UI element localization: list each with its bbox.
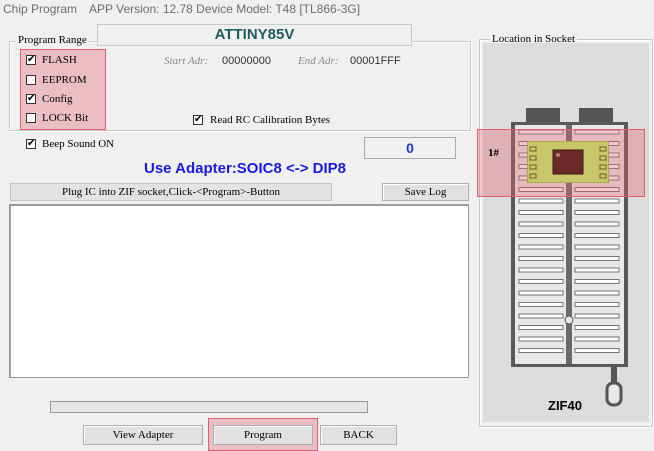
zif-pin-slot xyxy=(574,267,620,273)
beep-checkbox[interactable]: ✔ xyxy=(26,139,36,149)
program-button[interactable]: Program xyxy=(213,425,313,445)
zif-pin-slot xyxy=(574,290,620,296)
zif-pin-slot xyxy=(574,336,620,342)
title-bar: Chip Program APP Version: 12.78 Device M… xyxy=(0,0,654,20)
eeprom-label: EEPROM xyxy=(42,74,87,86)
progress-bar xyxy=(50,401,368,413)
lockbit-checkbox[interactable] xyxy=(26,113,36,123)
program-range-legend: Program Range xyxy=(16,34,89,46)
zif-pin-slot xyxy=(574,302,620,307)
zif-pin-slot xyxy=(574,313,620,319)
zif-pin-slot xyxy=(518,210,564,215)
zif-pin-slot xyxy=(518,244,564,250)
zif-pin-slot xyxy=(518,313,564,319)
save-log-button[interactable]: Save Log xyxy=(382,183,469,201)
log-textarea[interactable] xyxy=(9,204,469,378)
adapter-chip-icon xyxy=(527,141,609,183)
zif-pin-slot xyxy=(518,233,564,238)
zif-pin-slot xyxy=(518,302,564,307)
eeprom-checkbox[interactable] xyxy=(26,75,36,85)
read-rc-checkbox[interactable]: ✔ xyxy=(193,115,203,125)
flash-checkbox[interactable]: ✔ xyxy=(26,55,36,65)
adapter-instruction: Use Adapter:SOIC8 <-> DIP8 xyxy=(144,160,347,177)
config-label: Config xyxy=(42,93,73,105)
zif-pin-slot xyxy=(518,279,564,284)
zif-pin-slot xyxy=(574,233,620,238)
zif-pin-slot xyxy=(518,221,564,227)
zif-pin-slot xyxy=(518,198,564,204)
pin1-marker: 1# xyxy=(488,147,499,159)
zif-pin-slot xyxy=(518,325,564,330)
flash-label: FLASH xyxy=(42,54,77,66)
zif-label: ZIF40 xyxy=(548,398,582,413)
status-message: Plug IC into ZIF socket,Click-<Program>-… xyxy=(10,183,332,201)
zif-pin-slot xyxy=(574,279,620,284)
end-adr-label: End Adr: xyxy=(298,55,339,67)
zif-pin-slot xyxy=(574,198,620,204)
beep-label: Beep Sound ON xyxy=(42,138,115,150)
zif-socket-drawing xyxy=(511,108,628,407)
back-button[interactable]: BACK xyxy=(320,425,397,445)
start-adr-value: 00000000 xyxy=(222,55,271,67)
zif-pin-slot xyxy=(518,348,564,353)
zif-pin-slot xyxy=(518,290,564,296)
read-rc-label: Read RC Calibration Bytes xyxy=(210,114,331,126)
app-version-text: APP Version: 12.78 Device Model: T48 [TL… xyxy=(89,2,361,16)
zif-pin-slot xyxy=(574,256,620,261)
view-adapter-button[interactable]: View Adapter xyxy=(83,425,203,445)
lockbit-label: LOCK Bit xyxy=(42,112,89,124)
zif-pin-slot xyxy=(518,267,564,273)
chip-name-display: ATTINY85V xyxy=(97,24,412,46)
zif-pin-slot xyxy=(574,348,620,353)
window-title: Chip Program xyxy=(3,2,78,16)
config-checkbox[interactable]: ✔ xyxy=(26,94,36,104)
start-adr-label: Start Adr: xyxy=(164,55,209,67)
program-counter: 0 xyxy=(364,137,456,159)
zif-pin-slot xyxy=(574,221,620,227)
zif-pin-slot xyxy=(574,210,620,215)
zif-pin-slot xyxy=(518,336,564,342)
zif-pin-slot xyxy=(518,256,564,261)
end-adr-value: 00001FFF xyxy=(350,55,401,67)
zif-pin-slot xyxy=(574,244,620,250)
zif-pin-slot xyxy=(574,325,620,330)
